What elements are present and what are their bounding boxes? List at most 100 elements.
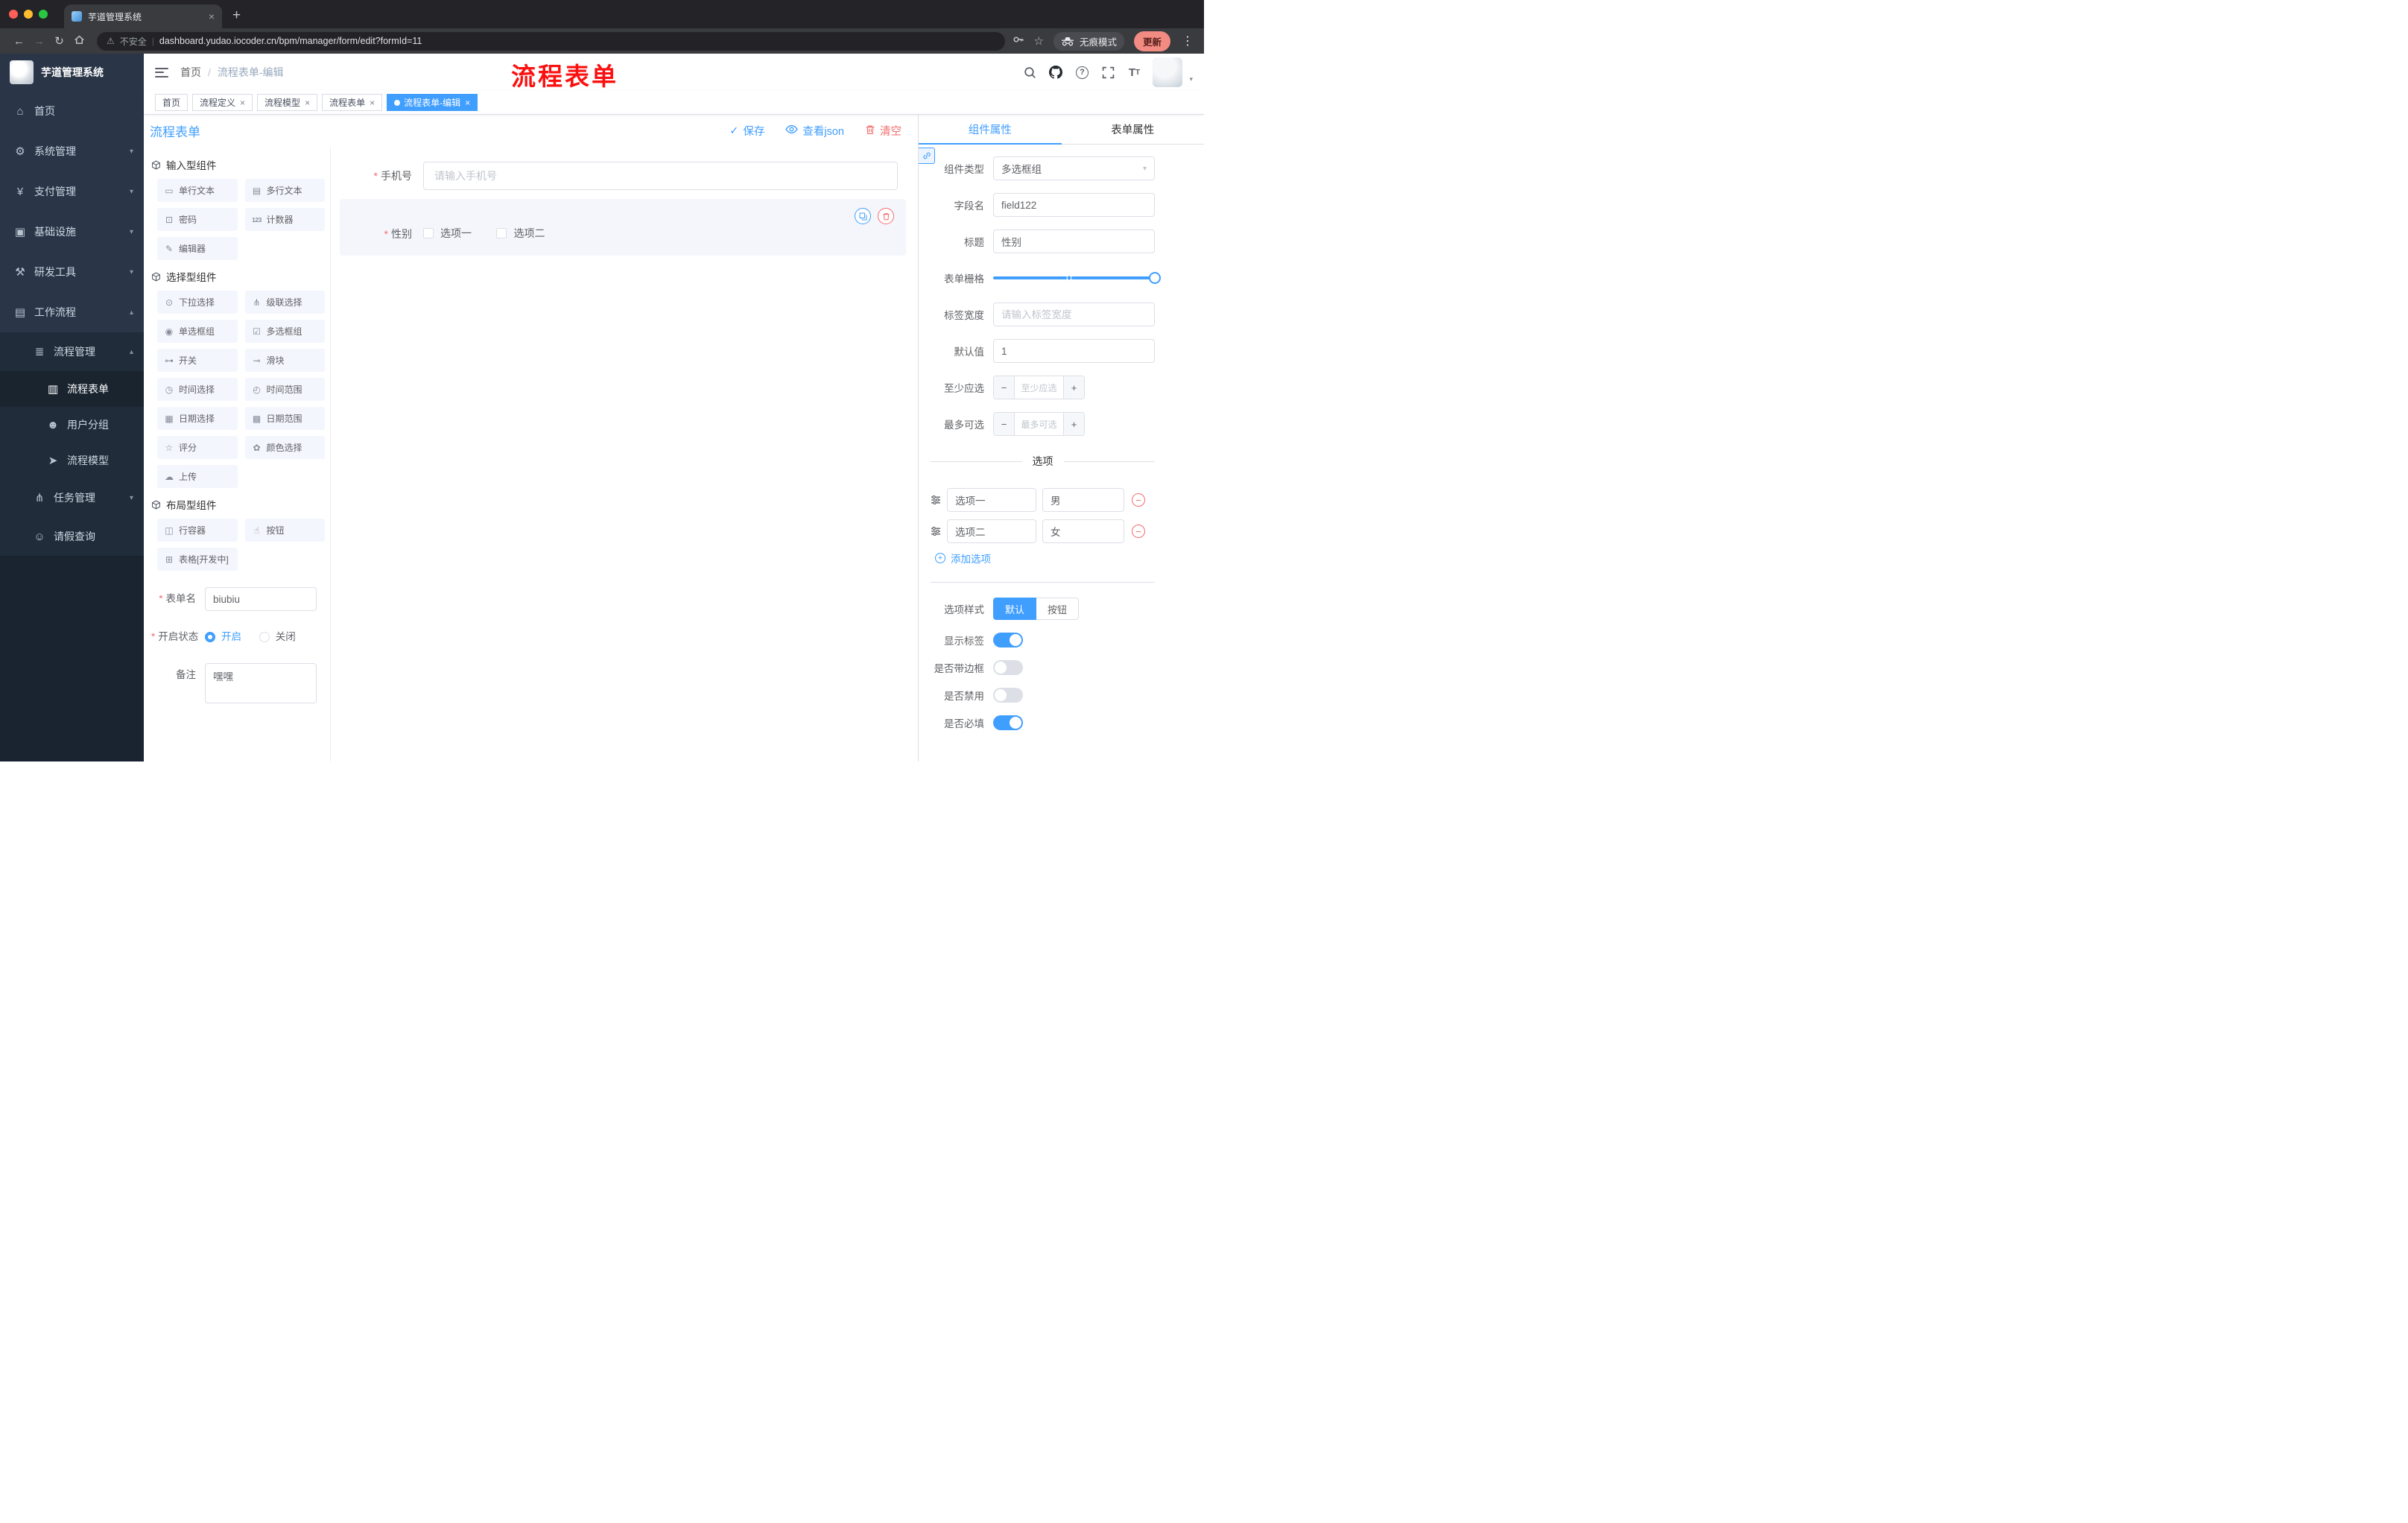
help-icon[interactable]: ?	[1074, 65, 1089, 80]
new-tab-button[interactable]: +	[232, 7, 241, 24]
option-1-value-input[interactable]	[1042, 488, 1124, 512]
phone-field-row[interactable]: 手机号	[340, 162, 906, 190]
close-icon[interactable]: ×	[370, 98, 375, 108]
palette-item-date-range[interactable]: ▩ 日期范围	[244, 407, 325, 430]
option-1-name-input[interactable]	[947, 488, 1036, 512]
required-toggle[interactable]	[993, 715, 1023, 730]
sidebar-item-task-management[interactable]: ⋔ 任务管理 ▾	[0, 478, 144, 517]
plus-button[interactable]: +	[1063, 413, 1084, 435]
address-bar[interactable]: ⚠ 不安全 | dashboard.yudao.iocoder.cn/bpm/m…	[97, 31, 1005, 51]
drag-handle-icon[interactable]	[931, 495, 941, 505]
delete-widget-button[interactable]	[878, 208, 894, 224]
border-toggle[interactable]	[993, 660, 1023, 675]
field-link-icon[interactable]	[919, 148, 935, 164]
minus-button[interactable]: −	[994, 376, 1015, 399]
gender-option-1-checkbox[interactable]: 选项一	[423, 226, 472, 241]
tag-process-model[interactable]: 流程模型 ×	[257, 94, 318, 111]
option-2-name-input[interactable]	[947, 519, 1036, 543]
palette-item-time-range[interactable]: ◴ 时间范围	[244, 378, 325, 401]
gender-option-2-checkbox[interactable]: 选项二	[496, 226, 545, 241]
palette-item-checkbox-group[interactable]: ☑ 多选框组	[244, 320, 325, 343]
search-icon[interactable]	[1022, 65, 1037, 80]
clear-button[interactable]: 清空	[865, 123, 902, 139]
palette-item-dropdown-select[interactable]: ⊙ 下拉选择	[157, 291, 238, 314]
sidebar-item-system[interactable]: ⚙ 系统管理 ▾	[0, 131, 144, 171]
window-zoom-button[interactable]	[39, 10, 48, 19]
component-type-select[interactable]: 多选框组 ▾	[993, 156, 1155, 180]
sidebar-item-leave-query[interactable]: ☺ 请假查询	[0, 517, 144, 556]
slider-track[interactable]	[993, 272, 1161, 284]
palette-item-password[interactable]: ⊡ 密码	[157, 208, 238, 231]
window-close-button[interactable]	[9, 10, 18, 19]
tag-process-form[interactable]: 流程表单 ×	[322, 94, 383, 111]
option-2-value-input[interactable]	[1042, 519, 1124, 543]
form-name-input[interactable]	[205, 587, 317, 611]
forward-icon[interactable]: →	[29, 35, 49, 48]
sidebar-item-process-form[interactable]: ▥ 流程表单	[0, 371, 144, 407]
option-style-button-button[interactable]: 按钮	[1036, 598, 1080, 620]
option-style-default-button[interactable]: 默认	[993, 598, 1037, 620]
palette-item-time-picker[interactable]: ◷ 时间选择	[157, 378, 238, 401]
tab-form-props[interactable]: 表单属性	[1062, 115, 1205, 144]
status-radio-on[interactable]: 开启	[205, 625, 241, 649]
close-icon[interactable]: ×	[240, 98, 245, 108]
reload-icon[interactable]: ↻	[49, 34, 69, 48]
palette-item-row-container[interactable]: ◫ 行容器	[157, 519, 238, 542]
palette-item-button[interactable]: ☝ 按钮	[244, 519, 325, 542]
tag-home[interactable]: 首页	[155, 94, 188, 111]
hamburger-icon[interactable]	[155, 67, 168, 77]
minus-button[interactable]: −	[994, 413, 1015, 435]
copy-widget-button[interactable]	[855, 208, 871, 224]
update-button[interactable]: 更新	[1133, 31, 1170, 51]
view-json-button[interactable]: 查看json	[785, 123, 844, 139]
save-button[interactable]: ✓ 保存	[729, 123, 764, 139]
sidebar-item-user-group[interactable]: ☻ 用户分组	[0, 407, 144, 443]
palette-item-counter[interactable]: 123 计数器	[244, 208, 325, 231]
remove-option-icon[interactable]: −	[1132, 525, 1145, 538]
url-text[interactable]: dashboard.yudao.iocoder.cn/bpm/manager/f…	[159, 36, 422, 46]
sidebar-item-process-management[interactable]: ≣ 流程管理 ▴	[0, 332, 144, 371]
password-key-icon[interactable]	[1013, 34, 1024, 48]
palette-item-radio-group[interactable]: ◉ 单选框组	[157, 320, 238, 343]
title-input[interactable]	[993, 229, 1155, 253]
browser-tab[interactable]: 芋道管理系统 ×	[64, 4, 222, 28]
github-icon[interactable]	[1048, 65, 1063, 80]
tab-component-props[interactable]: 组件属性	[919, 115, 1062, 145]
palette-item-table[interactable]: ⊞ 表格[开发中]	[157, 548, 238, 571]
home-icon[interactable]	[69, 34, 89, 48]
bookmark-star-icon[interactable]: ☆	[1034, 34, 1044, 48]
breadcrumb-home[interactable]: 首页	[180, 65, 201, 80]
palette-item-rate[interactable]: ☆ 评分	[157, 436, 238, 459]
palette-item-slider[interactable]: ⊸ 滑块	[244, 349, 325, 372]
show-label-toggle[interactable]	[993, 633, 1023, 647]
grid-slider[interactable]	[993, 266, 1161, 290]
add-option-button[interactable]: + 添加选项	[935, 551, 1155, 566]
security-label[interactable]: 不安全	[120, 35, 147, 48]
palette-item-cascader[interactable]: ⋔ 级联选择	[244, 291, 325, 314]
min-checked-value[interactable]: 至少应选	[1015, 376, 1063, 399]
palette-item-date-picker[interactable]: ▦ 日期选择	[157, 407, 238, 430]
palette-item-single-line-text[interactable]: ▭ 单行文本	[157, 179, 238, 202]
palette-item-multi-line-text[interactable]: ▤ 多行文本	[244, 179, 325, 202]
remove-option-icon[interactable]: −	[1132, 493, 1145, 507]
drag-handle-icon[interactable]	[931, 526, 941, 536]
close-icon[interactable]: ×	[465, 98, 470, 108]
form-remark-textarea[interactable]: 嘿嘿	[205, 663, 317, 703]
palette-item-switch[interactable]: ⊶ 开关	[157, 349, 238, 372]
gender-widget-selected[interactable]: 性别 选项一 选项二	[340, 199, 906, 256]
sidebar-item-workflow[interactable]: ▤ 工作流程 ▴	[0, 292, 144, 332]
default-value-input[interactable]	[993, 339, 1155, 363]
sidebar-item-payment[interactable]: ¥ 支付管理 ▾	[0, 171, 144, 212]
sidebar-item-infrastructure[interactable]: ▣ 基础设施 ▾	[0, 212, 144, 252]
status-radio-off[interactable]: 关闭	[259, 625, 296, 649]
palette-item-upload[interactable]: ☁ 上传	[157, 465, 238, 488]
phone-input[interactable]	[423, 162, 898, 190]
sidebar-item-process-model[interactable]: ➤ 流程模型	[0, 443, 144, 478]
sidebar-item-devtools[interactable]: ⚒ 研发工具 ▾	[0, 252, 144, 292]
slider-handle[interactable]	[1149, 272, 1161, 284]
sidebar-item-home[interactable]: ⌂ 首页	[0, 91, 144, 131]
field-name-input[interactable]	[993, 193, 1155, 217]
close-icon[interactable]: ×	[305, 98, 310, 108]
user-avatar[interactable]	[1153, 57, 1183, 87]
tag-process-definition[interactable]: 流程定义 ×	[192, 94, 253, 111]
